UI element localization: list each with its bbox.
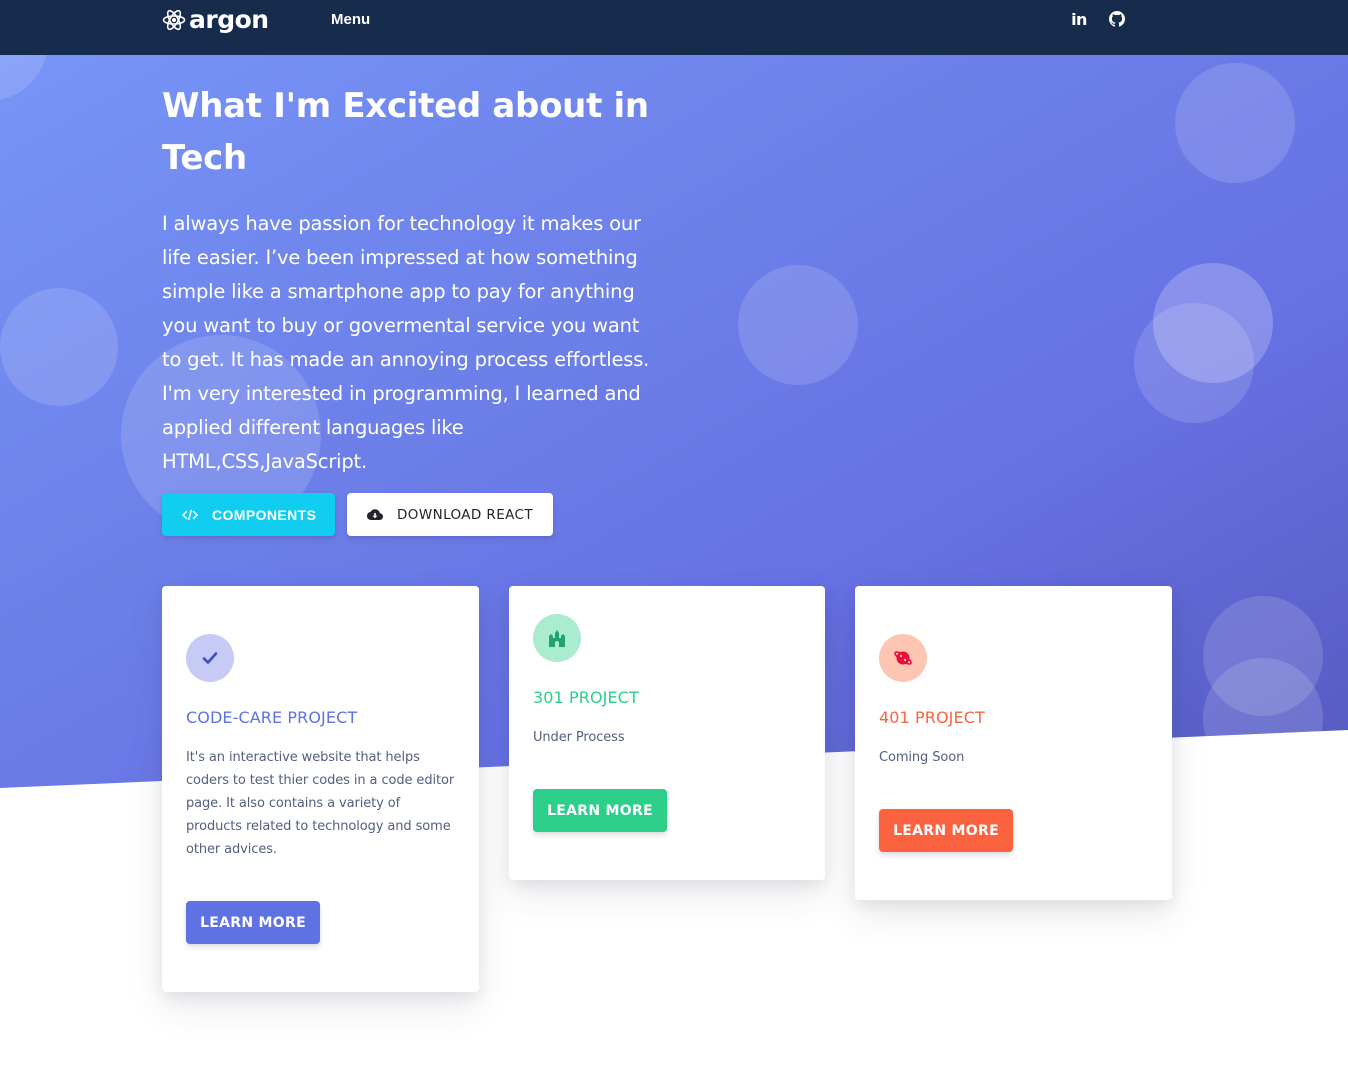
building-icon: [533, 614, 581, 662]
components-button[interactable]: COMPONENTS: [162, 493, 335, 536]
planet-icon: [879, 634, 927, 682]
decorative-circle: [1203, 658, 1323, 778]
card-title: CODE-CARE PROJECT: [186, 708, 358, 727]
card-title: 401 PROJECT: [879, 708, 985, 727]
code-icon: [182, 507, 198, 523]
card-401-project: 401 PROJECT Coming Soon LEARN MORE: [855, 586, 1172, 900]
download-react-button[interactable]: DOWNLOAD REACT: [347, 493, 553, 536]
components-label: COMPONENTS: [212, 506, 317, 523]
cloud-download-icon: [367, 507, 383, 523]
decorative-circle: [1175, 63, 1295, 183]
learn-more-button[interactable]: LEARN MORE: [879, 809, 1013, 852]
brand-name: argon: [189, 5, 269, 34]
card-description: Coming Soon: [879, 750, 965, 765]
card-301-project: 301 PROJECT Under Process LEARN MORE: [509, 586, 825, 880]
card-description: Under Process: [533, 730, 625, 745]
decorative-circle: [738, 265, 858, 385]
learn-more-button[interactable]: LEARN MORE: [186, 901, 320, 944]
download-react-label: DOWNLOAD REACT: [397, 506, 533, 523]
hero-lead: I always have passion for technology it …: [162, 212, 650, 473]
navbar: argon Menu in: [0, 0, 1348, 55]
decorative-circle: [0, 288, 118, 406]
decorative-circle: [1134, 303, 1254, 423]
atom-icon: [162, 9, 186, 31]
menu-link[interactable]: Menu: [331, 11, 370, 29]
learn-more-button[interactable]: LEARN MORE: [533, 789, 667, 832]
linkedin-link[interactable]: in: [1069, 9, 1089, 29]
decorative-circle: [0, 55, 48, 101]
card-code-care: CODE-CARE PROJECT It's an interactive we…: [162, 586, 479, 992]
check-icon: [186, 634, 234, 682]
hero-title: What I'm Excited about in Tech: [162, 86, 649, 178]
github-link[interactable]: [1107, 9, 1127, 29]
card-title: 301 PROJECT: [533, 688, 639, 707]
card-description: It's an interactive website that helps c…: [186, 750, 455, 857]
brand-logo[interactable]: argon: [162, 4, 269, 36]
github-icon: [1109, 11, 1125, 27]
linkedin-icon: in: [1071, 9, 1087, 29]
